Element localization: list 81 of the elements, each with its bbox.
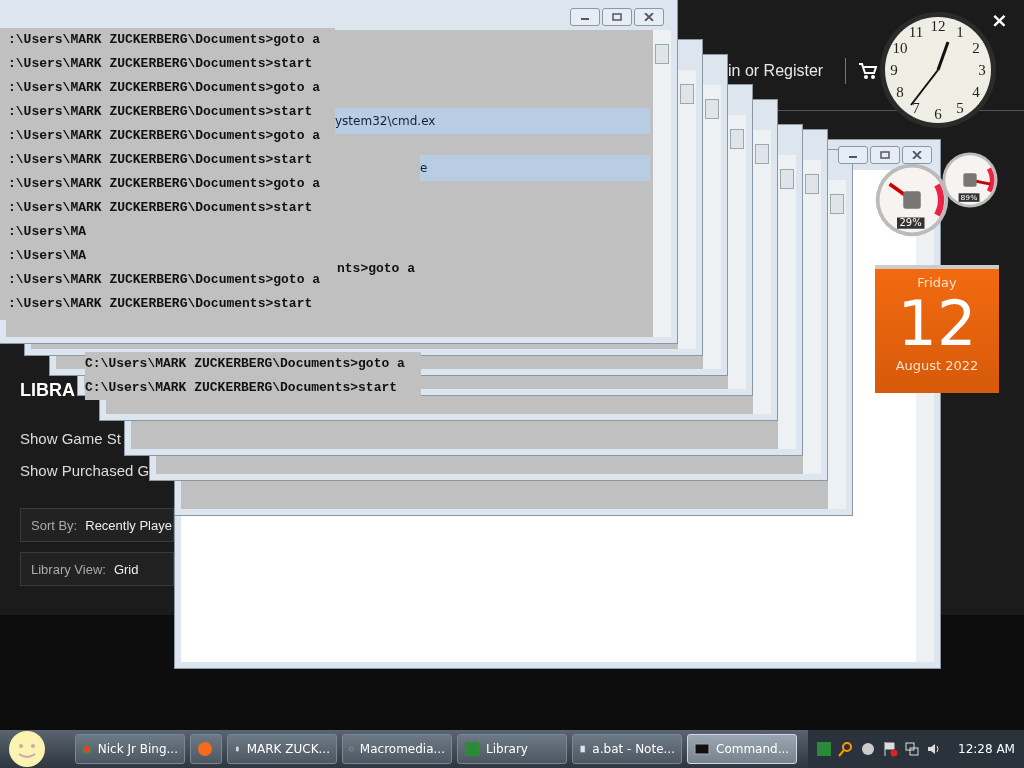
scroll-bar[interactable] [728, 115, 746, 389]
clock-numeral: 10 [892, 40, 908, 56]
console-line: :\Users\MARK ZUCKERBERG\Documents>goto a [8, 31, 322, 49]
console-line: :\Users\MARK ZUCKERBERG\Documents>start [8, 55, 314, 73]
console-line: :\Users\MARK ZUCKERBERG\Documents>goto a [8, 175, 322, 193]
speaker-icon[interactable] [926, 741, 942, 757]
clock-numeral: 6 [934, 106, 942, 122]
scroll-bar[interactable] [653, 30, 671, 337]
minimize-button[interactable] [570, 8, 600, 26]
filter-option[interactable]: Show Game St [20, 430, 121, 447]
scroll-bar[interactable] [803, 160, 821, 474]
scroll-bar[interactable] [828, 180, 846, 509]
console-line: C:\Users\MARK ZUCKERBERG\Documents>goto a [85, 355, 406, 373]
scroll-thumb[interactable] [755, 144, 769, 164]
calendar-month: August 2022 [895, 358, 979, 373]
taskbar-button[interactable] [190, 734, 222, 764]
view-dropdown[interactable]: Library View: Grid [20, 552, 174, 586]
console-line: :\Users\MARK ZUCKERBERG\Documents>start [8, 199, 314, 217]
console-line: :\Users\MARK ZUCKERBERG\Documents>goto a [8, 127, 322, 145]
taskbar-button[interactable]: Nick Jr Bing... [75, 734, 185, 764]
terminal-icon [694, 741, 710, 757]
console-line: :\Users\MARK ZUCKERBERG\Documents>goto a [8, 271, 322, 289]
window-title: e [420, 155, 650, 181]
clock-numeral: 11 [908, 23, 924, 40]
maximize-button[interactable] [602, 8, 632, 26]
scroll-thumb[interactable] [830, 194, 844, 214]
scroll-thumb[interactable] [730, 129, 744, 149]
taskbar-button[interactable]: MARK ZUCK... [227, 734, 337, 764]
scroll-thumb[interactable] [805, 174, 819, 194]
flag-icon[interactable] [882, 741, 898, 757]
close-icon [912, 151, 922, 159]
minimize-button[interactable] [838, 146, 868, 164]
console-line: :\Users\MARK ZUCKERBERG\Documents>start [8, 151, 314, 169]
filter-option[interactable]: Show Purchased G [20, 462, 150, 479]
taskbar-button[interactable]: Library [457, 734, 567, 764]
clock-numeral: 3 [978, 62, 986, 78]
clock-numeral: 9 [890, 62, 898, 78]
close-button[interactable] [634, 8, 664, 26]
taskbar-button[interactable]: Macromedia... [342, 734, 452, 764]
console-line: :\Users\MA [8, 223, 87, 241]
clock-numeral: 4 [972, 84, 980, 100]
clock-numeral: 7 [912, 100, 920, 117]
gauge-drawing [941, 151, 999, 209]
console-line: :\Users\MA [8, 247, 87, 265]
magnifier-icon[interactable] [838, 741, 854, 757]
calendar-day: 12 [897, 290, 977, 358]
taskbar-clock[interactable]: 12:28 AM [958, 742, 1015, 756]
calendar-weekday: Friday [917, 275, 957, 290]
scroll-bar[interactable] [778, 155, 796, 449]
scroll-thumb[interactable] [780, 169, 794, 189]
maximize-icon [880, 151, 890, 159]
maximize-button[interactable] [870, 146, 900, 164]
close-button[interactable] [902, 146, 932, 164]
clock-numeral: 5 [956, 100, 964, 117]
scroll-bar[interactable] [703, 85, 721, 369]
window-title: ystem32\cmd.ex [335, 108, 650, 134]
scroll-bar[interactable] [753, 130, 771, 414]
close-button[interactable]: × [991, 8, 1008, 32]
console-line: :\Users\MARK ZUCKERBERG\Documents>goto a [8, 79, 322, 97]
scroll-thumb[interactable] [705, 99, 719, 119]
clock-numeral: 1 [956, 23, 964, 40]
section-title: LIBRA [20, 380, 75, 401]
clock-numeral: 12 [930, 18, 946, 34]
console-line: :\Users\MARK ZUCKERBERG\Documents>start [8, 295, 314, 313]
sign-in-link[interactable]: in or Register [728, 62, 824, 80]
network-icon[interactable] [904, 741, 920, 757]
cart-icon[interactable] [858, 61, 878, 81]
gauge-reading: 29% [897, 217, 925, 229]
console-line: :\Users\MARK ZUCKERBERG\Documents>start [8, 103, 314, 121]
taskbar-button[interactable]: a.bat - Note... [572, 734, 682, 764]
clock-numeral: 2 [972, 40, 980, 56]
clock-numeral: 8 [896, 84, 904, 100]
sort-dropdown[interactable]: Sort By: Recently Playe [20, 508, 174, 542]
scroll-thumb[interactable] [680, 84, 694, 104]
console-line: C:\Users\MARK ZUCKERBERG\Documents>start [85, 379, 399, 397]
scroll-bar[interactable] [678, 70, 696, 349]
smiley-icon[interactable] [8, 730, 46, 768]
maximize-icon [612, 13, 622, 21]
close-icon [644, 13, 654, 21]
scroll-thumb[interactable] [655, 44, 669, 64]
round-logo-icon [82, 741, 92, 757]
